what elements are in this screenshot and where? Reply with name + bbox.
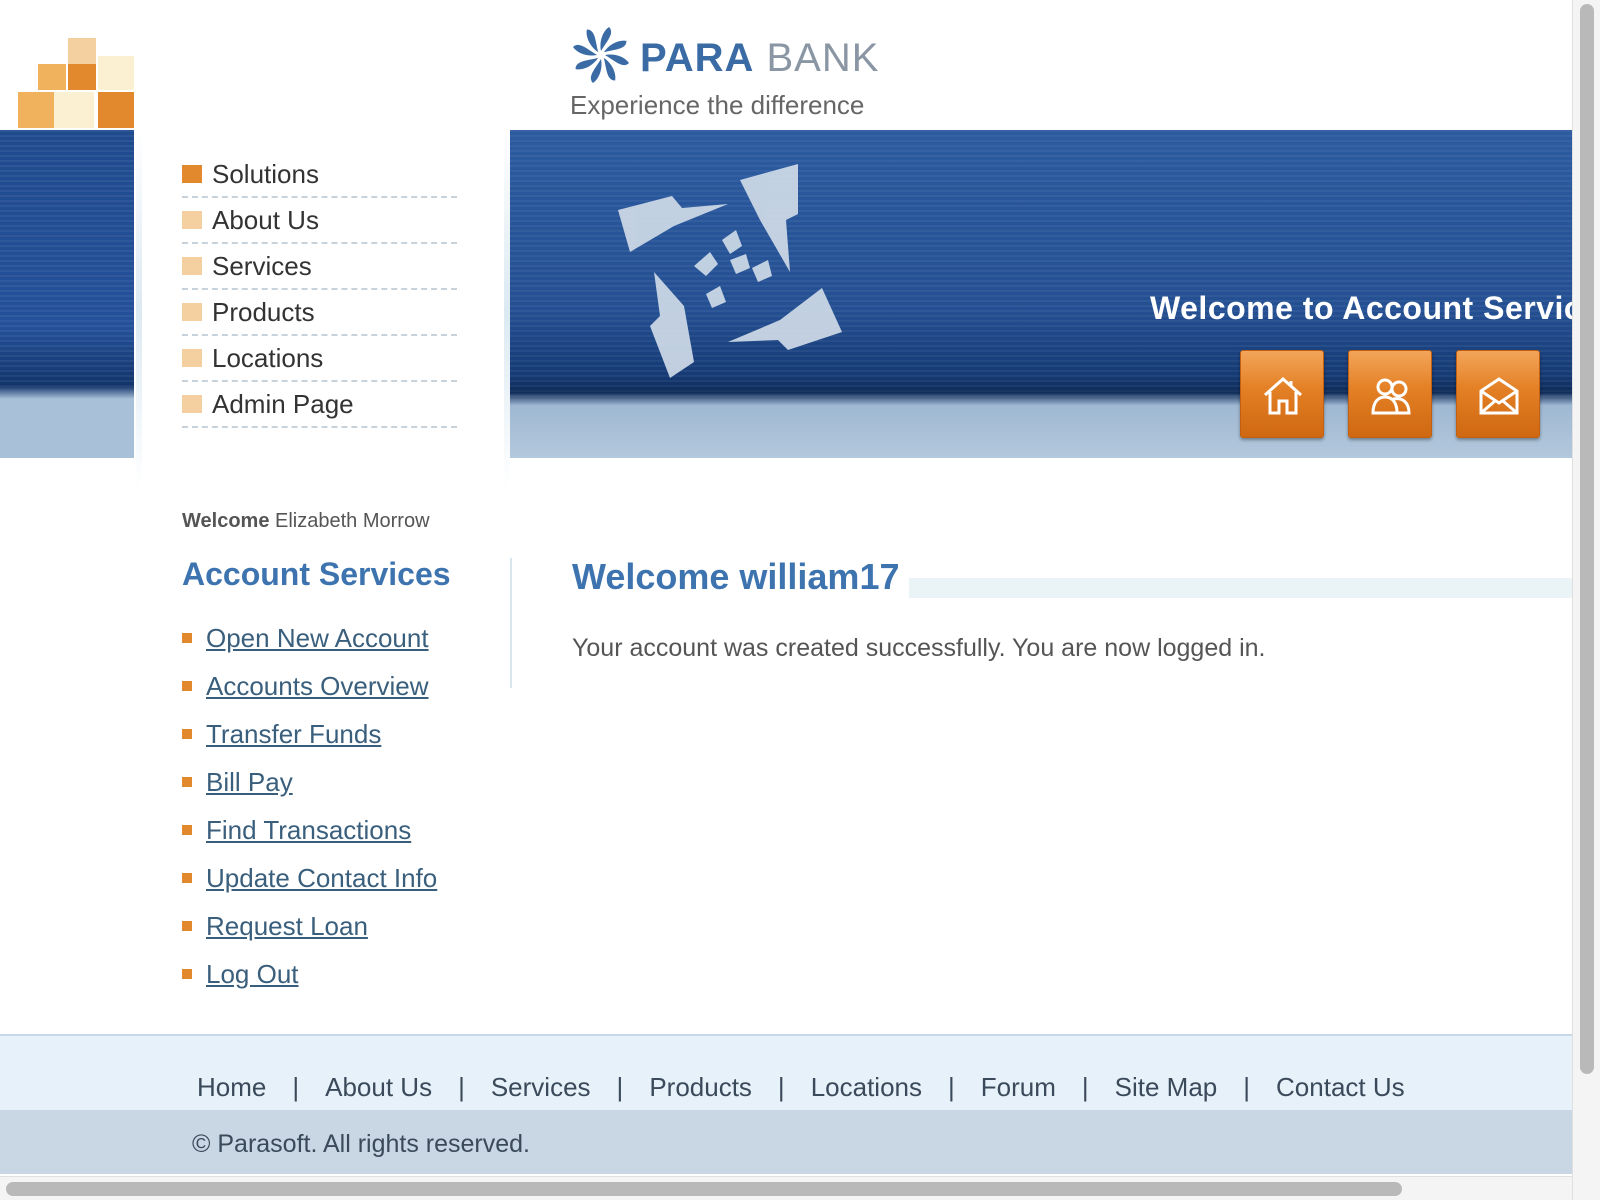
nav-solutions[interactable]: Solutions [182, 152, 457, 198]
open-new-account-link[interactable]: Open New Account [206, 623, 429, 654]
brand-name: PARA BANK [640, 36, 879, 81]
banner-arrows-graphic [618, 164, 842, 378]
footer-link-about-us[interactable]: About Us [325, 1072, 432, 1103]
nav-locations[interactable]: Locations [182, 336, 457, 382]
find-transactions-link[interactable]: Find Transactions [206, 815, 411, 846]
brand-name-part1: PARA [640, 36, 755, 80]
brand-name-part2: BANK [766, 36, 880, 80]
footer-links: Home | About Us | Services | Products | … [197, 1072, 1405, 1103]
bullet-icon [182, 633, 192, 643]
bullet-icon [182, 921, 192, 931]
footer-link-site-map[interactable]: Site Map [1115, 1072, 1218, 1103]
contact-icon [1479, 377, 1519, 415]
top-navigation: Solutions About Us Services Products Loc… [182, 152, 457, 428]
nav-label: About Us [212, 204, 319, 235]
user-name: Elizabeth Morrow [275, 510, 430, 532]
brand-logo[interactable]: PARA BANK [570, 24, 878, 88]
nav-products[interactable]: Products [182, 290, 457, 336]
footer-separator: | [292, 1072, 300, 1102]
nav-bullet-icon [182, 257, 202, 275]
welcome-user: Welcome Elizabeth Morrow [182, 510, 430, 533]
success-message: Your account was created successfully. Y… [572, 634, 1266, 662]
nav-fade-left [136, 130, 142, 490]
account-services-list: Open New Account Accounts Overview Trans… [182, 614, 482, 998]
nav-bullet-icon [182, 395, 202, 413]
bill-pay-link[interactable]: Bill Pay [206, 767, 293, 798]
request-loan-link[interactable]: Request Loan [206, 911, 368, 942]
about-button[interactable] [1348, 350, 1432, 438]
page-title: Welcome william17 [572, 556, 910, 598]
footer-separator: | [458, 1072, 465, 1102]
footer-separator: | [616, 1072, 624, 1102]
header-banner: Welcome to Account Servic [510, 130, 1572, 458]
about-icon [1371, 378, 1411, 415]
home-button[interactable] [1240, 350, 1324, 438]
home-icon [1264, 376, 1302, 415]
footer-link-products[interactable]: Products [649, 1072, 752, 1103]
footer-separator: | [1243, 1072, 1251, 1102]
content-divider [510, 558, 512, 688]
bullet-icon [182, 969, 192, 979]
parabank-swirl-icon [573, 27, 629, 83]
banner-title: Welcome to Account Servic [1150, 290, 1572, 326]
account-services-title: Account Services [182, 556, 451, 592]
corner-logo-blocks [18, 38, 134, 128]
footer-separator: | [1081, 1072, 1089, 1102]
log-out-link[interactable]: Log Out [206, 959, 299, 990]
contact-button[interactable] [1456, 350, 1540, 438]
footer-link-home[interactable]: Home [197, 1072, 266, 1103]
nav-admin-page[interactable]: Admin Page [182, 382, 457, 428]
accounts-overview-link[interactable]: Accounts Overview [206, 671, 429, 702]
nav-bullet-icon [182, 349, 202, 367]
list-item: Accounts Overview [182, 662, 482, 710]
nav-label: Products [212, 296, 315, 327]
nav-label: Solutions [212, 158, 319, 189]
vertical-scrollbar-thumb[interactable] [1580, 4, 1594, 1074]
bullet-icon [182, 825, 192, 835]
nav-label: Services [212, 250, 312, 281]
list-item: Transfer Funds [182, 710, 482, 758]
footer-link-forum[interactable]: Forum [981, 1072, 1056, 1103]
bullet-icon [182, 681, 192, 691]
list-item: Request Loan [182, 902, 482, 950]
list-item: Log Out [182, 950, 482, 998]
nav-about-us[interactable]: About Us [182, 198, 457, 244]
tagline: Experience the difference [570, 90, 865, 120]
footer-separator: | [777, 1072, 785, 1102]
welcome-label: Welcome [182, 510, 270, 532]
nav-label: Admin Page [212, 388, 354, 419]
left-header-stripes [0, 130, 134, 390]
transfer-funds-link[interactable]: Transfer Funds [206, 719, 381, 750]
list-item: Update Contact Info [182, 854, 482, 902]
footer-separator: | [948, 1072, 955, 1102]
bullet-icon [182, 873, 192, 883]
nav-bullet-icon [182, 165, 202, 183]
bullet-icon [182, 777, 192, 787]
horizontal-scrollbar-thumb[interactable] [6, 1182, 1402, 1196]
nav-bullet-icon [182, 211, 202, 229]
nav-services[interactable]: Services [182, 244, 457, 290]
nav-label: Locations [212, 342, 324, 373]
list-item: Open New Account [182, 614, 482, 662]
list-item: Bill Pay [182, 758, 482, 806]
nav-bullet-icon [182, 303, 202, 321]
list-item: Find Transactions [182, 806, 482, 854]
footer-link-locations[interactable]: Locations [811, 1072, 922, 1103]
copyright-text: © Parasoft. All rights reserved. [192, 1130, 531, 1158]
nav-fade-right [504, 130, 510, 490]
bullet-icon [182, 729, 192, 739]
footer-link-contact-us[interactable]: Contact Us [1276, 1072, 1405, 1103]
update-contact-info-link[interactable]: Update Contact Info [206, 863, 437, 894]
footer-link-services[interactable]: Services [491, 1072, 591, 1103]
